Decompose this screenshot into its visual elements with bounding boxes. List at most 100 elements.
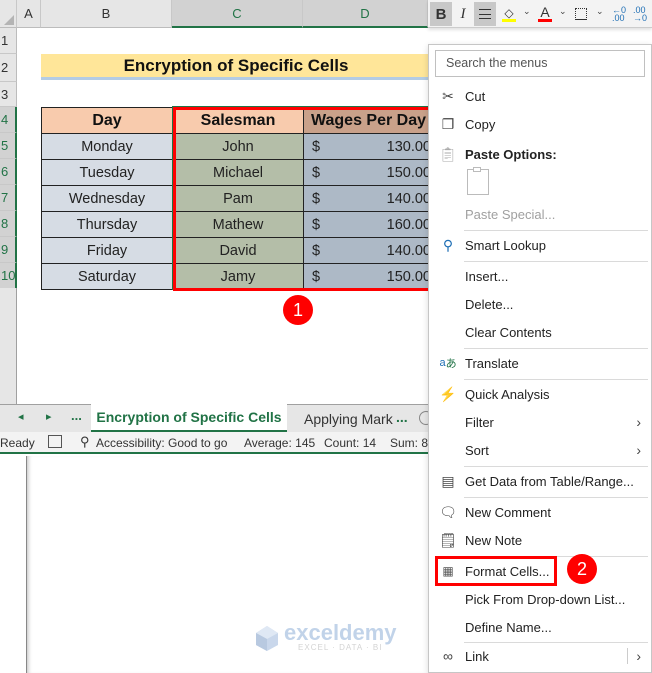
tab-applying-mark[interactable]: Applying Mark xyxy=(292,405,393,432)
menu-item-cut[interactable]: ✂ Cut xyxy=(429,83,651,109)
paint-bucket-icon: ◇ xyxy=(504,5,514,20)
font-color-dropdown-icon[interactable]: ⌄ xyxy=(559,6,567,17)
watermark-subtitle: EXCEL · DATA · BI xyxy=(298,643,383,652)
borders-icon xyxy=(575,8,587,20)
row-header-9[interactable]: 9 xyxy=(0,237,17,263)
mini-toolbar: B I ◇ ⌄ A ⌄ ⌄ ←0.00 .00 →0 xyxy=(428,0,652,28)
menu-item-paste-special[interactable]: Paste Special... xyxy=(429,201,651,227)
column-label: D xyxy=(360,5,370,21)
tab-more-left-button[interactable]: ... xyxy=(71,408,82,423)
decrease-decimal-button[interactable]: .00 →0 xyxy=(630,2,650,26)
annotation-format-cells-box xyxy=(435,556,557,586)
align-center-button[interactable] xyxy=(474,2,496,26)
font-color-button[interactable]: A xyxy=(536,2,554,26)
font-color-icon: A xyxy=(540,4,550,20)
borders-button[interactable] xyxy=(572,2,590,26)
tab-label: Applying Mark xyxy=(304,410,393,427)
column-header-c[interactable]: C xyxy=(172,0,303,28)
menu-item-get-data[interactable]: ▤ Get Data from Table/Range... xyxy=(429,468,651,494)
row-label: 4 xyxy=(1,112,9,127)
row-header-1[interactable]: 1 xyxy=(0,28,17,54)
step-badge-2: 2 xyxy=(567,554,597,584)
row-label: 3 xyxy=(1,86,9,102)
row-label: 1 xyxy=(1,33,9,48)
row-label: 6 xyxy=(1,164,9,179)
menu-item-clear-contents[interactable]: Clear Contents xyxy=(429,319,651,345)
link-icon: ∞ xyxy=(443,648,453,664)
tab-scroll-left-icon[interactable]: ◂ xyxy=(18,410,24,423)
status-accessibility[interactable]: Accessibility: Good to go xyxy=(96,436,227,450)
decrease-decimal-icon: .00 →0 xyxy=(632,5,647,23)
menu-separator xyxy=(464,230,648,231)
row-label: 9 xyxy=(1,242,9,257)
menu-item-sort[interactable]: Sort › xyxy=(429,437,651,463)
sheet-title: Encryption of Specific Cells xyxy=(123,55,349,75)
submenu-arrow-icon: › xyxy=(636,414,641,430)
tab-encryption-of-specific-cells[interactable]: Encryption of Specific Cells xyxy=(91,404,287,432)
smart-lookup-icon: ⚲ xyxy=(442,236,454,253)
tab-more-right-button[interactable]: ... xyxy=(396,409,408,425)
accessibility-icon[interactable]: ⚲ xyxy=(80,434,90,450)
cell-day[interactable]: Wednesday xyxy=(41,185,173,212)
row-header-2[interactable]: 2 xyxy=(0,54,17,82)
macro-record-icon[interactable] xyxy=(48,435,62,448)
search-menus-input[interactable]: Search the menus xyxy=(435,50,645,77)
menu-item-filter[interactable]: Filter › xyxy=(429,409,651,435)
bold-button[interactable]: B xyxy=(430,2,452,26)
paste-button[interactable] xyxy=(467,167,489,195)
menu-item-insert[interactable]: Insert... xyxy=(429,263,651,289)
row-label: 7 xyxy=(1,190,9,205)
sheet-title-cell[interactable]: Encryption of Specific Cells xyxy=(41,54,431,80)
header-day[interactable]: Day xyxy=(41,107,173,134)
menu-item-smart-lookup[interactable]: ⚲ Smart Lookup xyxy=(429,232,651,258)
menu-item-new-note[interactable]: 🗒︎ New Note xyxy=(429,527,651,553)
submenu-arrow-icon: › xyxy=(636,442,641,458)
row-header-10[interactable]: 10 xyxy=(0,263,17,289)
row-header-7[interactable]: 7 xyxy=(0,185,17,211)
column-header-d[interactable]: D xyxy=(303,0,428,28)
fill-color-dropdown-icon[interactable]: ⌄ xyxy=(523,6,531,17)
row-label: 8 xyxy=(1,216,9,231)
scissors-icon: ✂ xyxy=(442,87,454,104)
column-header-a[interactable]: A xyxy=(17,0,41,28)
status-ready: Ready xyxy=(0,436,35,450)
column-header-b[interactable]: B xyxy=(41,0,172,28)
align-center-icon xyxy=(479,9,491,19)
row-header-4[interactable]: 4 xyxy=(0,107,17,133)
cell-day[interactable]: Monday xyxy=(41,133,173,160)
row-header-gutter xyxy=(0,288,17,404)
cell-day[interactable]: Friday xyxy=(41,237,173,264)
watermark-title: exceldemy xyxy=(284,620,397,645)
translate-icon: aあ xyxy=(439,357,457,370)
table-icon: ▤ xyxy=(441,472,455,489)
select-all-corner[interactable] xyxy=(0,0,17,28)
tab-scroll-right-icon[interactable]: ▸ xyxy=(46,410,52,423)
menu-item-new-comment[interactable]: 🗨︎ New Comment xyxy=(429,499,651,525)
menu-separator xyxy=(464,379,648,380)
borders-dropdown-icon[interactable]: ⌄ xyxy=(596,6,604,17)
row-header-8[interactable]: 8 xyxy=(0,211,17,237)
cell-day[interactable]: Saturday xyxy=(41,263,173,290)
cell-day[interactable]: Tuesday xyxy=(41,159,173,186)
step-badge-1: 1 xyxy=(283,295,313,325)
row-header-3[interactable]: 3 xyxy=(0,82,17,107)
exceldemy-logo-icon xyxy=(254,624,280,652)
new-note-icon: 🗒︎ xyxy=(439,531,457,548)
menu-item-link[interactable]: ∞ Link › xyxy=(429,643,651,669)
menu-item-quick-analysis[interactable]: ⚡ Quick Analysis xyxy=(429,381,651,407)
menu-item-define-name[interactable]: Define Name... xyxy=(429,614,651,640)
menu-item-translate[interactable]: aあ Translate xyxy=(429,350,651,376)
fill-color-button[interactable]: ◇ xyxy=(500,2,518,26)
row-header-5[interactable]: 5 xyxy=(0,133,17,159)
menu-separator xyxy=(464,261,648,262)
increase-decimal-button[interactable]: ←0.00 xyxy=(609,2,629,26)
menu-separator xyxy=(464,466,648,467)
column-label: C xyxy=(232,5,242,21)
italic-button[interactable]: I xyxy=(452,2,474,26)
cell-day[interactable]: Thursday xyxy=(41,211,173,238)
row-header-6[interactable]: 6 xyxy=(0,159,17,185)
menu-item-pick-from-list[interactable]: Pick From Drop-down List... xyxy=(429,586,651,612)
new-comment-icon: 🗨︎ xyxy=(439,503,457,520)
menu-item-copy[interactable]: ❐ Copy xyxy=(429,111,651,137)
menu-item-delete[interactable]: Delete... xyxy=(429,291,651,317)
